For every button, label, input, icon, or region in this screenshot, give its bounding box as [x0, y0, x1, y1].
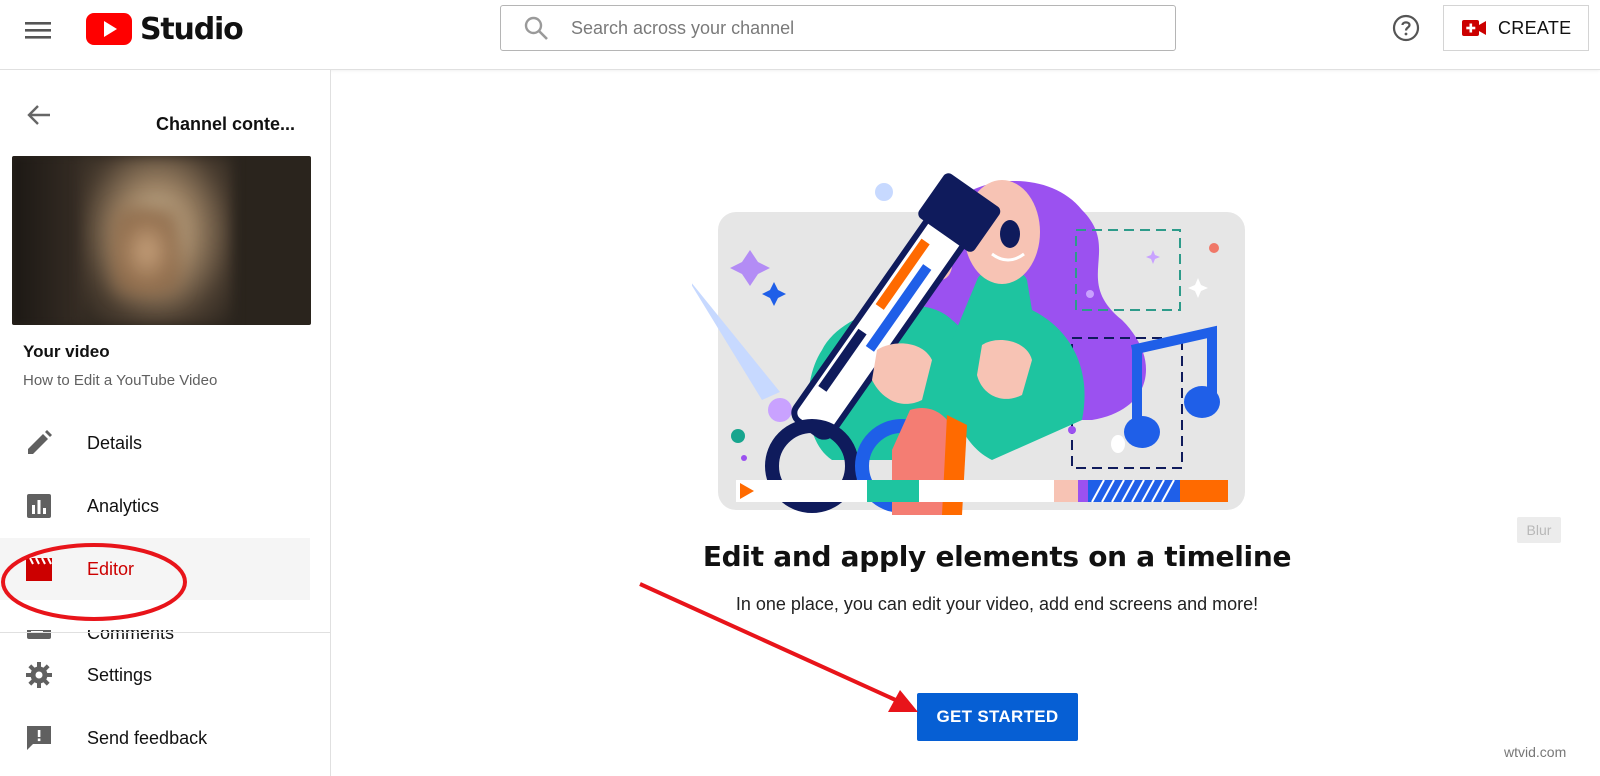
watermark: wtvid.com: [1504, 744, 1567, 760]
sidebar-item-label: Settings: [87, 664, 153, 685]
create-video-icon: [1462, 20, 1486, 36]
sidebar-item-label: Details: [87, 432, 143, 453]
create-button[interactable]: CREATE: [1443, 5, 1589, 51]
sidebar-item-details[interactable]: Details: [0, 412, 310, 474]
video-title: How to Edit a YouTube Video: [23, 372, 218, 389]
sidebar: Channel conte... Your video How to Edit …: [0, 70, 331, 776]
channel-content-title[interactable]: Channel conte...: [156, 114, 295, 135]
sidebar-item-label: Editor: [87, 558, 135, 579]
back-arrow-icon[interactable]: [24, 100, 54, 130]
sidebar-divider: [0, 632, 330, 633]
pencil-icon: [28, 430, 52, 454]
your-video-label: Your video: [23, 342, 110, 361]
main-content: Edit and apply elements on a timeline In…: [332, 70, 1600, 776]
video-thumbnail[interactable]: [12, 156, 311, 325]
search-box[interactable]: [500, 5, 1176, 51]
editor-illustration: [692, 173, 1245, 515]
sidebar-item-send-feedback[interactable]: Send feedback: [0, 707, 310, 769]
blur-badge: Blur: [1517, 517, 1561, 543]
youtube-logo-icon: [86, 13, 132, 45]
gear-icon: [26, 662, 52, 688]
studio-logo[interactable]: Studio: [86, 11, 244, 47]
sidebar-item-label: Analytics: [87, 495, 160, 516]
search-icon: [524, 16, 548, 40]
get-started-button[interactable]: GET STARTED: [917, 693, 1078, 741]
search-input[interactable]: [571, 17, 1131, 39]
analytics-icon: [27, 494, 51, 518]
top-bar: Studio CREATE: [0, 0, 1600, 70]
hamburger-menu-icon[interactable]: [24, 16, 52, 44]
help-icon[interactable]: [1392, 14, 1420, 42]
feedback-icon: [27, 726, 51, 750]
subtext: In one place, you can edit your video, a…: [735, 594, 1259, 614]
app-name: Studio: [140, 11, 244, 47]
clapperboard-icon: [26, 557, 52, 581]
headline: Edit and apply elements on a timeline: [702, 540, 1292, 573]
create-label: CREATE: [1498, 17, 1572, 38]
sidebar-item-editor[interactable]: Editor: [0, 538, 310, 600]
sidebar-item-label: Send feedback: [87, 727, 208, 748]
sidebar-item-analytics[interactable]: Analytics: [0, 475, 310, 537]
sidebar-item-settings[interactable]: Settings: [0, 644, 310, 706]
